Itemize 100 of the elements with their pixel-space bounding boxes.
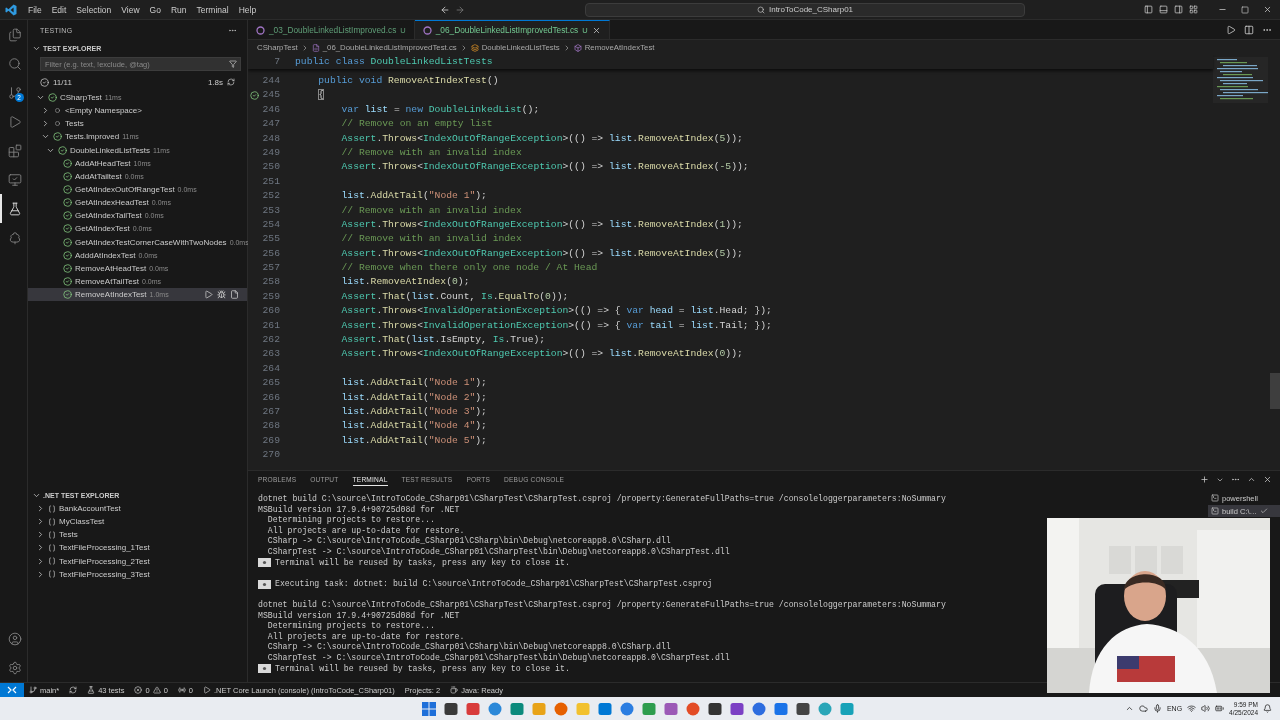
code-token: = <box>678 319 686 331</box>
line-number: 250 <box>261 160 280 175</box>
code-token: list <box>341 276 365 288</box>
test-project-item[interactable]: TextFileProcessing_3Test <box>28 567 247 581</box>
code-token: list <box>609 161 633 173</box>
line-number: 256 <box>261 246 280 261</box>
chevron-right-icon[interactable] <box>41 119 50 129</box>
code-token: Assert <box>341 348 377 360</box>
menu-item[interactable]: Go <box>144 2 166 17</box>
panel-left-icon[interactable] <box>1144 5 1153 14</box>
volume-icon[interactable] <box>1201 704 1211 713</box>
test-project-item[interactable]: TextFileProcessing_1Test <box>28 541 247 555</box>
code-token: . <box>364 377 371 389</box>
new-terminal-icon[interactable] <box>1200 475 1209 484</box>
code-token: >(() => <box>562 161 605 173</box>
code-token: var <box>341 103 360 115</box>
more-icon[interactable] <box>1231 475 1240 484</box>
code-token: RemoveAtIndex <box>638 247 714 259</box>
mic-icon[interactable] <box>1152 704 1162 713</box>
code-token: ( <box>539 290 546 302</box>
test-item[interactable]: Tests <box>28 117 247 131</box>
code-token: () <box>486 75 499 86</box>
code-token: RemoveAtIndex <box>638 132 714 144</box>
panel-right-icon[interactable] <box>1174 5 1183 14</box>
code-token: Is <box>492 334 505 345</box>
test-project-item[interactable]: TextFileProcessing_2Test <box>28 554 247 568</box>
code-token: ( <box>713 161 720 173</box>
remote-explorer-icon <box>7 172 22 187</box>
menu-item[interactable]: Selection <box>71 2 117 17</box>
code-token: AddAtTail <box>370 190 423 202</box>
run-icon[interactable] <box>204 290 213 300</box>
menu-item[interactable]: Help <box>233 2 262 17</box>
test-project-item[interactable]: BankAccountTest <box>28 502 247 516</box>
split-editor-icon[interactable] <box>1244 24 1254 35</box>
app-icon[interactable] <box>443 700 459 717</box>
close-icon[interactable] <box>1263 475 1272 484</box>
line-number: 265 <box>261 376 280 391</box>
command-center-search[interactable]: IntroToCode_CSharp01 <box>585 2 1025 17</box>
app-icon[interactable] <box>729 700 745 717</box>
code-token: < <box>417 247 423 259</box>
panel-bottom-icon[interactable] <box>1159 5 1168 14</box>
wifi-icon[interactable] <box>1187 704 1197 713</box>
terminal-icon <box>1211 494 1219 502</box>
battery-icon[interactable] <box>1215 704 1225 713</box>
code-token: list <box>609 247 633 259</box>
test-passed-icon[interactable] <box>249 91 259 101</box>
menu-item[interactable]: Run <box>165 2 192 17</box>
source-control-icon <box>7 85 22 100</box>
code-token: . <box>632 247 639 259</box>
menu-item[interactable]: File <box>23 2 47 17</box>
code-token: var <box>626 305 645 317</box>
menu-item[interactable]: Edit <box>46 2 72 17</box>
app-icon[interactable] <box>795 700 811 717</box>
code-token: "Node 1" <box>428 377 476 389</box>
code-token: list <box>690 319 714 331</box>
close-icon[interactable] <box>1263 5 1272 14</box>
test-project-item[interactable]: MyClassTest <box>28 515 247 529</box>
code-token: . <box>376 319 383 331</box>
debug-icon[interactable] <box>217 290 226 300</box>
maximize-icon[interactable] <box>1241 5 1249 14</box>
forward-arrow-icon[interactable] <box>455 4 465 15</box>
test-project-item[interactable]: Tests <box>28 528 247 542</box>
code-token: 0 <box>452 276 458 288</box>
file-icon[interactable] <box>230 290 239 300</box>
maximize-panel-icon[interactable] <box>1247 475 1256 484</box>
code-token: ( <box>713 132 720 144</box>
chevron-right-icon[interactable] <box>41 106 50 116</box>
tray-chevron-icon[interactable] <box>1124 704 1134 713</box>
code-token: That <box>382 334 406 345</box>
test-item[interactable]: <Empty Namespace> <box>28 104 247 118</box>
remote-button[interactable] <box>0 683 24 697</box>
code-token: ); <box>475 434 487 446</box>
code-token: Throws <box>382 348 418 360</box>
back-arrow-icon[interactable] <box>440 4 450 15</box>
close-icon[interactable] <box>591 25 601 35</box>
code-token: Assert <box>341 132 377 144</box>
code-token: Assert <box>341 290 377 302</box>
code-token: // Remove when there only one node / At Head <box>341 262 598 274</box>
terminal-line: Determining projects to restore... <box>266 515 435 526</box>
code-token: ( <box>422 190 429 202</box>
run-icon[interactable] <box>1226 24 1236 35</box>
error-icon <box>134 686 143 694</box>
scrollbar-thumb[interactable] <box>1270 373 1280 409</box>
layout-icon[interactable] <box>1189 5 1198 14</box>
code-token: Assert <box>341 247 377 259</box>
rerun-icon[interactable] <box>227 78 235 86</box>
app-logo-icon <box>5 3 17 16</box>
code-token: -5 <box>719 161 732 173</box>
code-token: Assert <box>341 334 377 345</box>
code-token: AddAtTail <box>370 405 423 417</box>
line-number: 267 <box>261 404 280 419</box>
cloud-icon[interactable] <box>1138 704 1148 713</box>
menu-item[interactable]: View <box>116 2 145 17</box>
menu-item[interactable]: Terminal <box>191 2 234 17</box>
notifications-icon[interactable] <box>1263 704 1272 713</box>
line-number: 263 <box>261 347 280 362</box>
app-icon[interactable] <box>707 700 723 717</box>
code-token: (); <box>521 103 540 115</box>
code-token: list <box>341 420 365 432</box>
filter-icon[interactable] <box>229 60 237 68</box>
